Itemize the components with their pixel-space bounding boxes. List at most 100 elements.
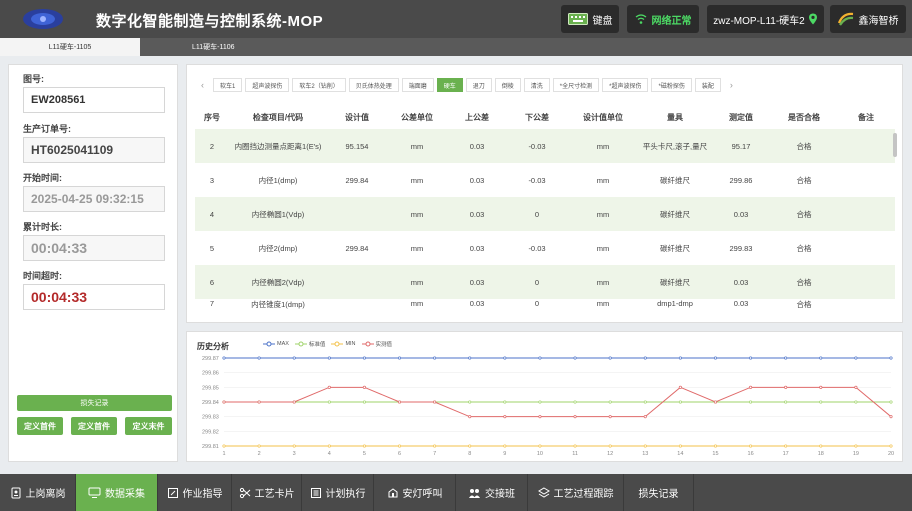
data-point[interactable]	[854, 400, 858, 404]
keyboard-button[interactable]: 键盘	[561, 5, 619, 33]
data-point[interactable]	[433, 400, 437, 404]
nav-tab[interactable]: 上岗离岗	[0, 474, 76, 511]
data-point[interactable]	[222, 444, 226, 448]
data-point[interactable]	[292, 356, 296, 360]
define-first-piece-button[interactable]: 定义首件	[17, 417, 63, 435]
tab-l11-1105[interactable]: L11硬车-1105	[0, 38, 140, 56]
data-point[interactable]	[538, 400, 542, 404]
data-point[interactable]	[749, 356, 753, 360]
data-point[interactable]	[678, 400, 682, 404]
next-tab-arrow-icon[interactable]: ›	[723, 78, 739, 92]
nav-tab[interactable]: 作业指导	[158, 474, 232, 511]
process-tab[interactable]: 超声波探伤	[245, 78, 290, 92]
data-point[interactable]	[749, 400, 753, 404]
data-point[interactable]	[573, 356, 577, 360]
table-row[interactable]: 5 内径2(dmp) 299.84 mm 0.03 -0.03 mm 碳纤维尺 299.83 合格	[195, 231, 895, 265]
process-tab[interactable]: 退刀	[465, 78, 492, 92]
data-point[interactable]	[784, 385, 788, 389]
data-point[interactable]	[292, 444, 296, 448]
data-point[interactable]	[889, 415, 893, 419]
data-point[interactable]	[854, 385, 858, 389]
loss-record-button[interactable]: 损失记录	[17, 395, 172, 411]
table-row[interactable]: 3 内径1(dmp) 299.84 mm 0.03 -0.03 mm 碳纤维尺 299.86 合格	[195, 163, 895, 197]
data-point[interactable]	[819, 356, 823, 360]
data-point[interactable]	[222, 400, 226, 404]
data-point[interactable]	[854, 356, 858, 360]
process-tab[interactable]: 贝氏体热处理	[348, 78, 399, 92]
data-point[interactable]	[257, 356, 261, 360]
data-point[interactable]	[538, 415, 542, 419]
data-point[interactable]	[327, 444, 331, 448]
process-tab[interactable]: *超声波探伤	[602, 78, 649, 92]
data-point[interactable]	[889, 444, 893, 448]
data-point[interactable]	[468, 444, 472, 448]
data-point[interactable]	[397, 356, 402, 360]
legend-item[interactable]: MIN	[331, 341, 356, 347]
data-point[interactable]	[468, 356, 472, 360]
data-point[interactable]	[292, 400, 296, 404]
process-tab[interactable]: 倒棱	[494, 78, 521, 92]
data-point[interactable]	[608, 415, 612, 419]
nav-tab[interactable]: 工艺卡片	[232, 474, 302, 511]
data-point[interactable]	[678, 356, 682, 360]
data-point[interactable]	[433, 356, 437, 360]
nav-tab[interactable]: 工艺过程跟踪	[528, 474, 624, 511]
data-point[interactable]	[327, 385, 331, 389]
define-last-piece-button[interactable]: 定义末件	[125, 417, 172, 435]
data-point[interactable]	[643, 400, 647, 404]
device-selector[interactable]: zwz-MOP-L11-硬车2	[707, 5, 824, 33]
data-point[interactable]	[608, 400, 612, 404]
process-tab[interactable]: 软车2（钻削）	[292, 78, 346, 92]
data-point[interactable]	[749, 385, 753, 389]
nav-tab[interactable]: 损失记录	[624, 474, 694, 511]
data-point[interactable]	[222, 356, 226, 360]
data-point[interactable]	[608, 356, 612, 360]
data-point[interactable]	[397, 400, 402, 404]
table-row[interactable]: 2 内圈挡边测量点距离1(E's) 95.154 mm 0.03 -0.03 mm 平头卡尺,…	[195, 129, 895, 163]
process-tab[interactable]: 硬车	[436, 78, 463, 92]
data-point[interactable]	[538, 444, 542, 448]
prev-tab-arrow-icon[interactable]: ‹	[195, 78, 210, 92]
process-tab[interactable]: 装配	[694, 78, 721, 92]
nav-tab[interactable]: 安灯呼叫	[374, 474, 456, 511]
data-point[interactable]	[468, 400, 472, 404]
data-point[interactable]	[362, 356, 366, 360]
data-point[interactable]	[573, 444, 577, 448]
process-tab[interactable]: *磁粉探伤	[651, 78, 692, 92]
data-point[interactable]	[713, 400, 718, 404]
process-tab[interactable]: *全尺寸检测	[552, 78, 600, 92]
process-tab[interactable]: 端面磨	[401, 78, 434, 92]
data-point[interactable]	[819, 444, 823, 448]
data-point[interactable]	[608, 444, 612, 448]
table-row[interactable]: 7 内径锥度1(dmp) mm 0.03 0 mm dmp1-dmp 0.03 合格	[195, 299, 895, 313]
data-point[interactable]	[538, 356, 542, 360]
data-point[interactable]	[573, 400, 577, 404]
data-point[interactable]	[362, 444, 366, 448]
data-point[interactable]	[819, 400, 823, 404]
data-point[interactable]	[503, 356, 507, 360]
data-point[interactable]	[713, 444, 718, 448]
data-point[interactable]	[889, 400, 893, 404]
legend-item[interactable]: 标准值	[294, 340, 325, 348]
process-tab[interactable]: 清洗	[523, 78, 550, 92]
data-point[interactable]	[503, 444, 507, 448]
data-point[interactable]	[257, 444, 261, 448]
data-point[interactable]	[819, 385, 823, 389]
data-point[interactable]	[433, 444, 437, 448]
data-point[interactable]	[327, 400, 331, 404]
table-row[interactable]: 6 内径椭圆2(Vdp) mm 0.03 0 mm 碳纤维尺 0.03 合格	[195, 265, 895, 299]
data-point[interactable]	[749, 444, 753, 448]
data-point[interactable]	[573, 415, 577, 419]
data-point[interactable]	[643, 415, 647, 419]
define-mid-piece-button[interactable]: 定义首件	[71, 417, 117, 435]
legend-item[interactable]: MAX	[263, 341, 289, 347]
data-point[interactable]	[784, 356, 788, 360]
data-point[interactable]	[784, 444, 788, 448]
data-point[interactable]	[678, 444, 682, 448]
data-point[interactable]	[643, 444, 647, 448]
data-point[interactable]	[784, 400, 788, 404]
data-point[interactable]	[503, 415, 507, 419]
data-point[interactable]	[257, 400, 261, 404]
data-point[interactable]	[468, 415, 472, 419]
data-point[interactable]	[713, 356, 718, 360]
